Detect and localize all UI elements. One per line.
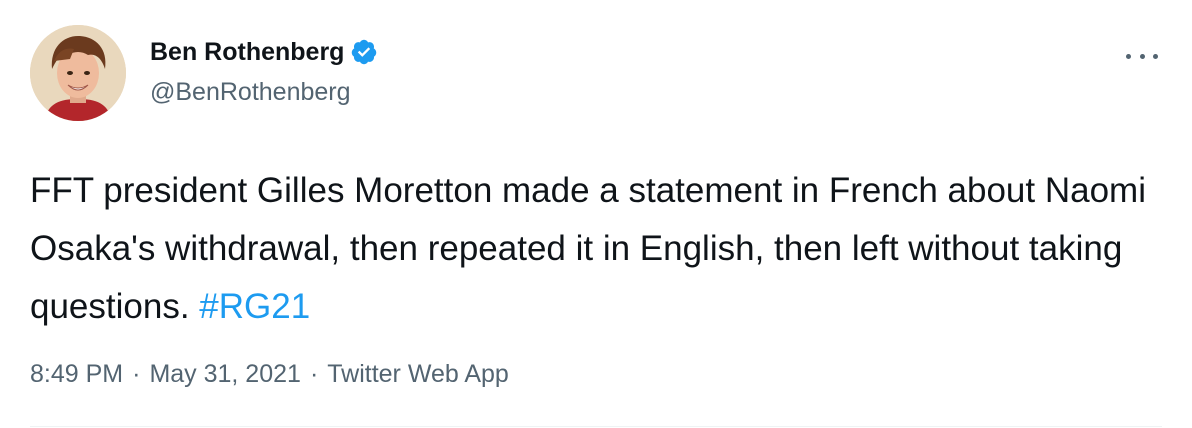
author-handle[interactable]: @BenRothenberg xyxy=(150,78,351,107)
dot xyxy=(1126,53,1131,59)
meta-separator: · xyxy=(132,360,141,388)
dot xyxy=(1139,53,1145,59)
meta-separator: · xyxy=(309,360,319,388)
author-display-name[interactable]: Ben Rothenberg xyxy=(150,38,344,67)
dot xyxy=(1153,53,1158,59)
more-options-icon[interactable] xyxy=(1126,44,1158,68)
tweet-time[interactable]: 8:49 PM xyxy=(30,360,123,389)
hashtag-link[interactable]: #RG21 xyxy=(199,287,310,326)
tweet-source[interactable]: Twitter Web App xyxy=(327,360,509,389)
tweet-date[interactable]: May 31, 2021 xyxy=(149,360,301,389)
tweet-text: FFT president Gilles Moretton made a sta… xyxy=(30,162,1170,336)
tweet-text-body: FFT president Gilles Moretton made a sta… xyxy=(30,171,1146,326)
avatar[interactable] xyxy=(30,25,126,121)
tweet-card: Ben Rothenberg @BenRothenberg FFT presid… xyxy=(0,0,1192,428)
tweet-meta: 8:49 PM · May 31, 2021 · Twitter Web App xyxy=(30,360,509,389)
verified-badge-icon xyxy=(350,38,378,66)
author-name-row: Ben Rothenberg xyxy=(150,34,378,70)
avatar-photo-icon xyxy=(30,25,126,121)
divider xyxy=(30,426,1162,427)
